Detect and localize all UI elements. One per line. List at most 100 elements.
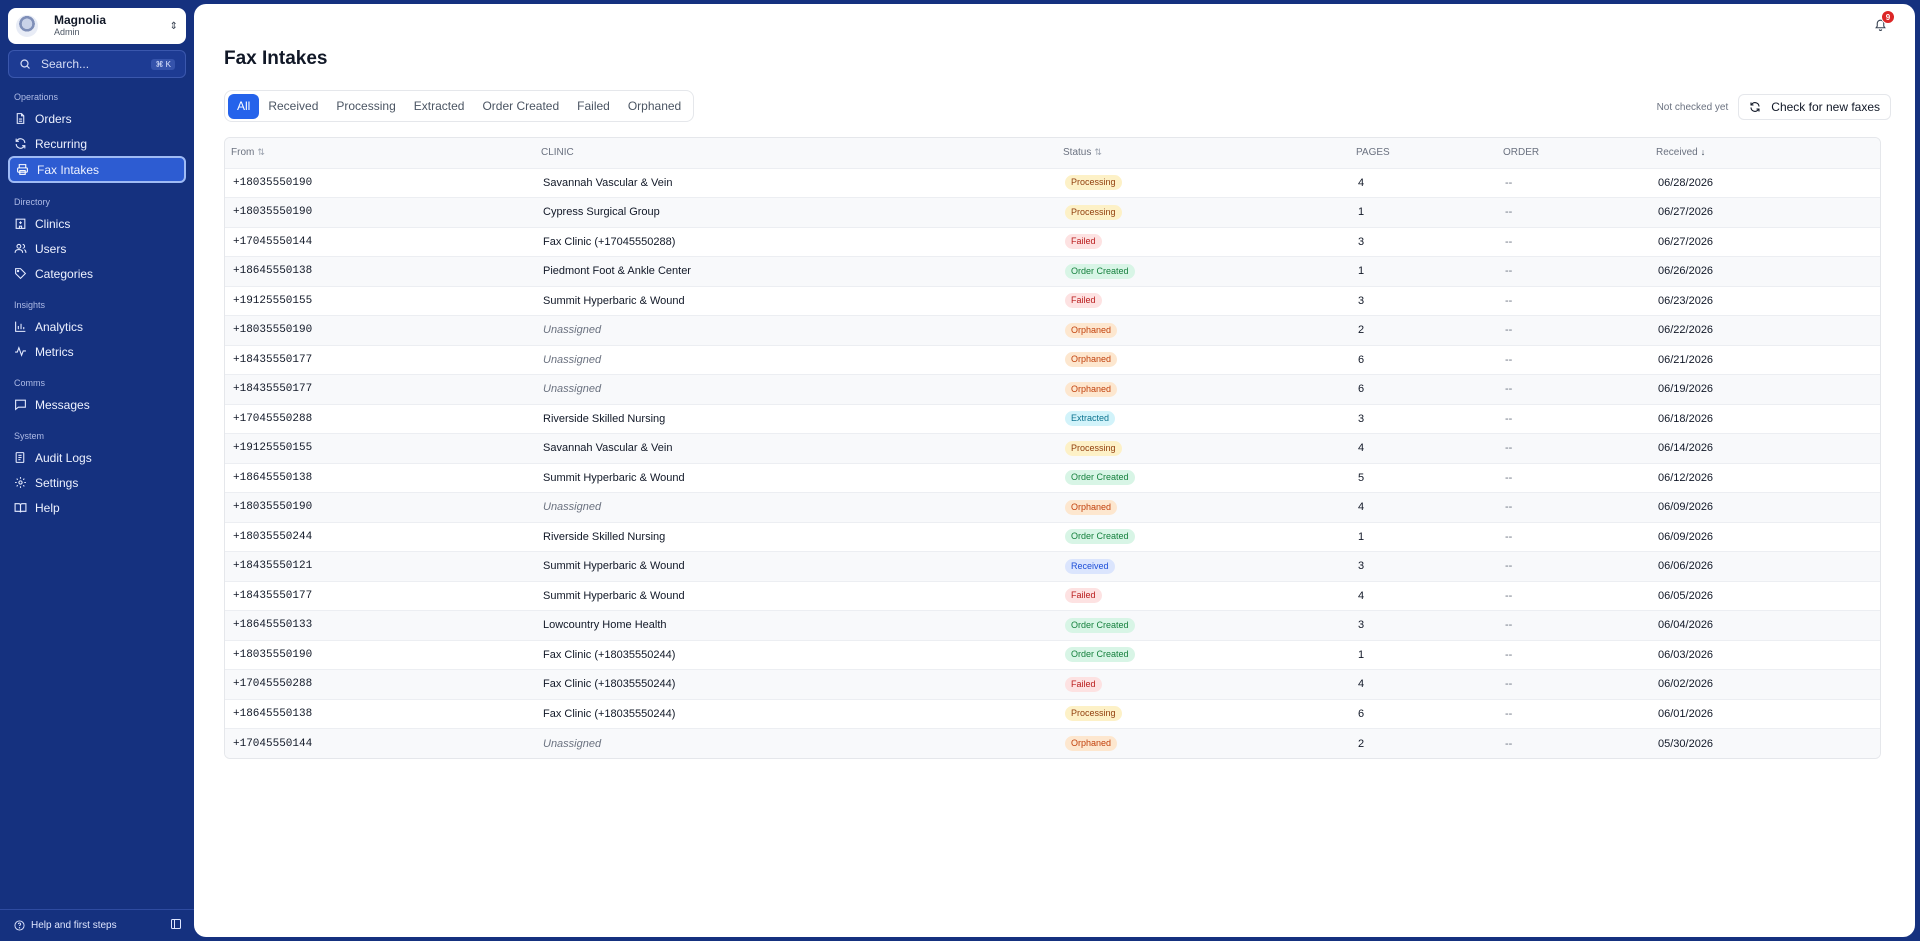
sidebar-item-messages[interactable]: Messages xyxy=(8,392,186,417)
cell-status: Processing xyxy=(1057,434,1350,464)
cell-status: Failed xyxy=(1057,286,1350,316)
cell-pages: 6 xyxy=(1358,353,1365,366)
status-badge: Order Created xyxy=(1065,617,1135,633)
cell-clinic: Summit Hyperbaric & Wound xyxy=(543,560,685,573)
cell-status: Extracted xyxy=(1057,404,1350,434)
gear-icon xyxy=(15,477,26,488)
cell-received: 06/19/2026 xyxy=(1658,383,1714,396)
cell-clinic: Fax Clinic (+18035550244) xyxy=(543,707,676,720)
column-received[interactable]: Received ↓ xyxy=(1650,138,1880,168)
tab-extracted[interactable]: Extracted xyxy=(405,94,474,119)
table-row[interactable]: +17045550288 Fax Clinic (+18035550244) Fai… xyxy=(225,669,1880,699)
table-row[interactable]: +18035550190 Unassigned Orphaned 2 -- 06/22/2… xyxy=(225,315,1880,345)
table-row[interactable]: +18645550133 Lowcountry Home Health Order … xyxy=(225,610,1880,640)
column-from[interactable]: From ⇅ xyxy=(225,138,535,168)
status-badge: Failed xyxy=(1065,676,1102,692)
table-row[interactable]: +18645550138 Summit Hyperbaric & Wound Ord… xyxy=(225,463,1880,493)
notifications-button[interactable]: 9 xyxy=(1874,10,1895,36)
cell-status: Orphaned xyxy=(1057,375,1350,405)
status-badge: Order Created xyxy=(1065,647,1135,663)
table-row[interactable]: +17045550144 Fax Clinic (+17045550288) Fai… xyxy=(225,227,1880,257)
sidebar-item-help[interactable]: Help xyxy=(8,495,186,520)
cell-order: -- xyxy=(1505,176,1513,189)
sidebar-item-label: Metrics xyxy=(35,344,74,359)
org-switcher[interactable]: Magnolia Admin ⇕ xyxy=(8,8,186,44)
table-row[interactable]: +17045550288 Riverside Skilled Nursing Ext… xyxy=(225,404,1880,434)
cell-from: +18435550177 xyxy=(233,383,313,396)
table-row[interactable]: +19125550155 Savannah Vascular & Vein Proc… xyxy=(225,433,1880,464)
table-row[interactable]: +19125550155 Summit Hyperbaric & Wound Fai… xyxy=(225,286,1880,316)
table-row[interactable]: +18435550177 Unassigned Orphaned 6 -- 06/19/2… xyxy=(225,374,1880,405)
tab-all[interactable]: All xyxy=(228,93,260,119)
org-role: Admin xyxy=(54,26,80,37)
tab-orphaned[interactable]: Orphaned xyxy=(619,94,690,119)
table-row[interactable]: +18035550190 Fax Clinic (+18035550244) Ord… xyxy=(225,640,1880,670)
column-status[interactable]: Status ⇅ xyxy=(1057,138,1350,168)
cell-pages: 6 xyxy=(1358,707,1365,720)
status-badge: Order Created xyxy=(1065,263,1135,279)
collapse-sidebar-icon[interactable] xyxy=(170,918,182,933)
table-row[interactable]: +18035550244 Riverside Skilled Nursing Ord… xyxy=(225,522,1880,552)
tab-failed[interactable]: Failed xyxy=(568,94,619,119)
cell-pages: 4 xyxy=(1358,442,1365,455)
status-badge: Failed xyxy=(1065,293,1102,309)
cell-from: +18035550190 xyxy=(233,501,313,514)
sidebar-item-settings[interactable]: Settings xyxy=(8,470,186,495)
hospital-icon xyxy=(15,218,26,229)
help-first-steps-link[interactable]: Help and first steps xyxy=(14,920,180,931)
cell-received: 06/27/2026 xyxy=(1658,206,1714,219)
sidebar-item-metrics[interactable]: Metrics xyxy=(8,339,186,364)
cell-received: 06/27/2026 xyxy=(1658,235,1714,248)
sidebar-item-label: Recurring xyxy=(35,136,88,151)
status-badge: Processing xyxy=(1065,440,1122,456)
sidebar-item-audit-logs[interactable]: Audit Logs xyxy=(8,445,186,470)
sidebar-item-analytics[interactable]: Analytics xyxy=(8,314,186,339)
cell-from: +17045550144 xyxy=(233,737,313,750)
help-first-steps-label: Help and first steps xyxy=(31,920,117,931)
sidebar-item-categories[interactable]: Categories xyxy=(8,261,186,286)
cell-clinic: Summit Hyperbaric & Wound xyxy=(543,471,685,484)
tab-received[interactable]: Received xyxy=(259,94,327,119)
table-row[interactable]: +18435550121 Summit Hyperbaric & Wound Rec… xyxy=(225,551,1880,581)
table-row[interactable]: +18035550190 Savannah Vascular & Vein Proc… xyxy=(225,168,1880,198)
sidebar-item-label: Analytics xyxy=(35,319,84,334)
table-row[interactable]: +18645550138 Piedmont Foot & Ankle Center… xyxy=(225,256,1880,286)
cell-from: +18035550190 xyxy=(233,206,313,219)
tab-order-created[interactable]: Order Created xyxy=(473,94,568,119)
status-badge: Orphaned xyxy=(1065,322,1118,338)
sidebar-item-fax-intakes[interactable]: Fax Intakes xyxy=(8,156,186,183)
cell-received: 06/04/2026 xyxy=(1658,619,1714,632)
cell-received: 06/09/2026 xyxy=(1658,530,1714,543)
tab-processing[interactable]: Processing xyxy=(327,94,404,119)
cell-from: +18035550244 xyxy=(233,530,313,543)
users-icon xyxy=(14,243,27,253)
status-badge: Processing xyxy=(1065,706,1122,722)
sidebar-item-label: Help xyxy=(35,500,60,515)
sidebar-item-orders[interactable]: Orders xyxy=(8,106,186,131)
cell-pages: 4 xyxy=(1358,176,1365,189)
cell-order: -- xyxy=(1505,471,1513,484)
table-row[interactable]: +18645550138 Fax Clinic (+18035550244) Pro… xyxy=(225,699,1880,729)
status-badge: Failed xyxy=(1065,234,1102,250)
cell-pages: 3 xyxy=(1358,412,1365,425)
sidebar-item-clinics[interactable]: Clinics xyxy=(8,211,186,236)
cell-status: Order Created xyxy=(1057,640,1350,670)
table-row[interactable]: +17045550144 Unassigned Orphaned 2 -- 05/30/2… xyxy=(225,728,1880,758)
check-new-faxes-label: Check for new faxes xyxy=(1771,100,1880,114)
cell-pages: 1 xyxy=(1358,530,1365,543)
cell-received: 05/30/2026 xyxy=(1658,737,1714,750)
cell-pages: 4 xyxy=(1358,589,1365,602)
search-button[interactable]: Search... ⌘ K xyxy=(8,50,186,78)
sidebar-item-users[interactable]: Users xyxy=(8,236,186,261)
table-row[interactable]: +18035550190 Cypress Surgical Group Proces… xyxy=(225,197,1880,227)
cell-order: -- xyxy=(1505,589,1513,602)
sidebar-item-recurring[interactable]: Recurring xyxy=(8,131,186,156)
check-new-faxes-button[interactable]: Check for new faxes xyxy=(1738,94,1891,120)
log-icon xyxy=(15,452,25,463)
cell-order: -- xyxy=(1505,235,1513,248)
table-row[interactable]: +18035550190 Unassigned Orphaned 4 -- 06/09/2… xyxy=(225,492,1880,522)
cell-clinic: Riverside Skilled Nursing xyxy=(543,530,666,543)
cell-order: -- xyxy=(1505,324,1513,337)
table-row[interactable]: +18435550177 Summit Hyperbaric & Wound Fai… xyxy=(225,581,1880,611)
table-row[interactable]: +18435550177 Unassigned Orphaned 6 -- 06/21/2… xyxy=(225,345,1880,375)
